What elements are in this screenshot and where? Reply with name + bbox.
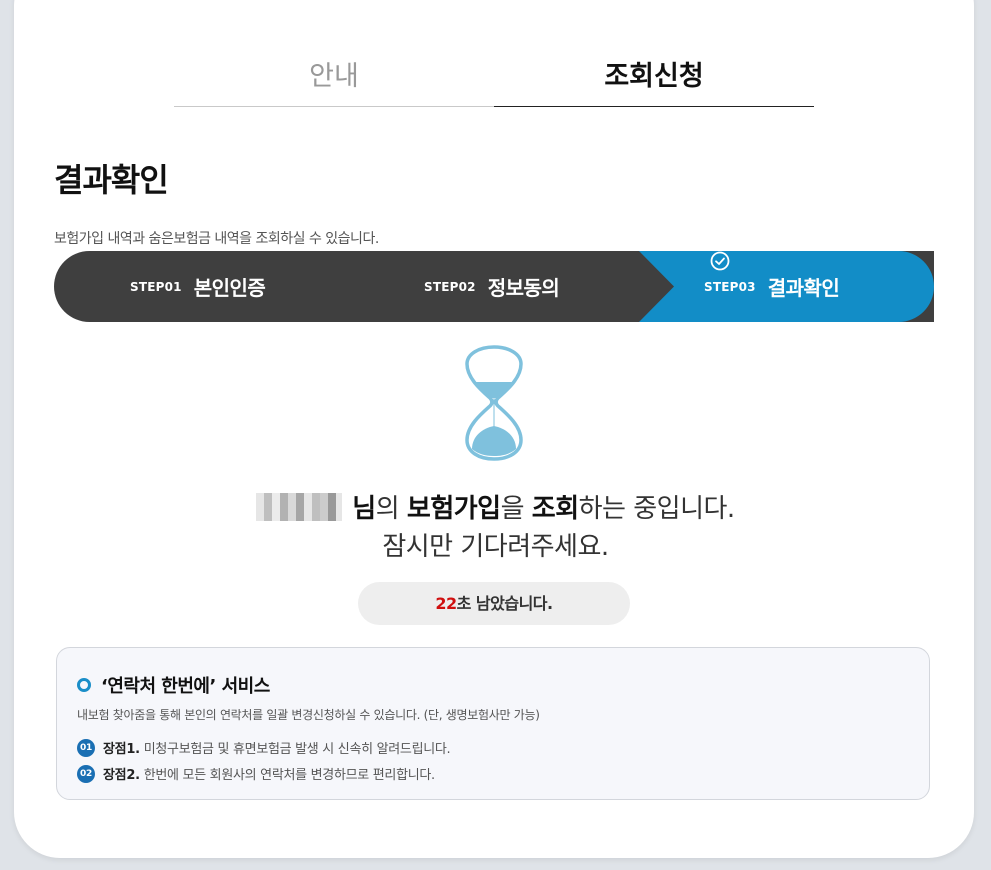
status-text-2: 을 [500, 494, 532, 524]
status-bold-insurance: 보험가입 [406, 494, 501, 524]
advantage-key: 장점2. [103, 768, 140, 783]
contact-service-box: ‘연락처 한번에’ 서비스 내보험 찾아줌을 통해 본인의 연락처를 일괄 변경… [56, 647, 930, 800]
status-message-line2: 잠시만 기다려주세요. [382, 532, 609, 562]
tab-info[interactable]: 안내 [174, 58, 494, 107]
step-progress: STEP01 본인인증 STEP02 정보동의 STEP03 결과확인 [54, 251, 934, 322]
hourglass-icon [465, 345, 523, 461]
step-2: STEP02 정보동의 [424, 251, 560, 322]
bullet-ring-icon [77, 678, 91, 692]
service-description: 내보험 찾아줌을 통해 본인의 연락처를 일괄 변경신청하실 수 있습니다. (… [77, 708, 540, 722]
status-text-1: 의 [375, 494, 407, 524]
advantage-item: 01 장점1. 미청구보험금 및 휴면보험금 발생 시 신속히 알려드립니다. [77, 738, 451, 757]
step-1-number: STEP01 [130, 279, 182, 294]
advantage-key: 장점1. [103, 742, 140, 757]
advantage-text: 한번에 모든 회원사의 연락처를 변경하므로 편리합니다. [143, 768, 435, 783]
service-title: ‘연락처 한번에’ 서비스 [77, 672, 270, 698]
step-2-number: STEP02 [424, 279, 476, 294]
step-1-label: 본인인증 [193, 276, 266, 300]
page-description: 보험가입 내역과 숨은보험금 내역을 조회하실 수 있습니다. [54, 231, 379, 247]
tab-bar: 안내 조회신청 [174, 58, 814, 107]
step-2-label: 정보동의 [487, 276, 560, 300]
step-3-number: STEP03 [704, 279, 756, 294]
blurred-user-name [256, 493, 343, 521]
number-badge-icon: 02 [77, 764, 95, 783]
page-title: 결과확인 [54, 161, 169, 199]
step-3-label: 결과확인 [767, 276, 840, 300]
number-badge-icon: 01 [77, 738, 95, 757]
status-text-3: 하는 중입니다. [578, 494, 736, 524]
step-1: STEP01 본인인증 [130, 251, 266, 322]
status-honorific: 님 [352, 494, 376, 524]
timer-seconds: 22 [435, 594, 457, 613]
check-circle-icon [710, 251, 730, 271]
advantage-text: 미청구보험금 및 휴면보험금 발생 시 신속히 알려드립니다. [143, 742, 451, 757]
step-3: STEP03 결과확인 [704, 251, 840, 322]
timer-suffix: 초 남았습니다. [456, 594, 553, 613]
tab-inquiry-request[interactable]: 조회신청 [494, 58, 814, 107]
countdown-timer: 22초 남았습니다. [358, 582, 630, 625]
advantage-item: 02 장점2. 한번에 모든 회원사의 연락처를 변경하므로 편리합니다. [77, 764, 435, 783]
status-bold-inquiry: 조회 [531, 494, 579, 524]
service-title-text: ‘연락처 한번에’ 서비스 [101, 676, 270, 697]
status-message-line1: 님의 보험가입을 조회하는 중입니다. [0, 488, 991, 525]
